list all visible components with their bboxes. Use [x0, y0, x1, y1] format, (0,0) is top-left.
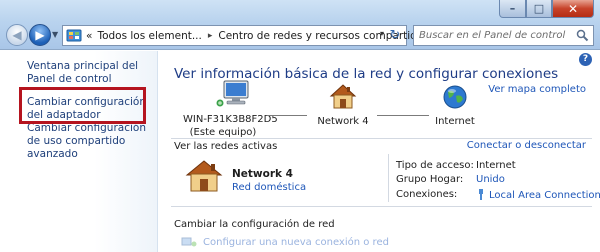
- title-bar: – □ ✕ ◀ ▶ ▼ « Todos los element... ▸ Cen…: [0, 0, 600, 50]
- network-name: Network 4: [232, 168, 293, 180]
- connect-disconnect-link[interactable]: Conectar o desconectar: [467, 140, 586, 151]
- back-button[interactable]: ◀: [6, 24, 28, 46]
- sidebar-item-control-panel-home[interactable]: Ventana principal del Panel de control: [27, 60, 157, 86]
- network-map-node-internet: Internet: [425, 83, 485, 127]
- computer-name: WIN-F31K3B8F2D5: [183, 114, 278, 125]
- computer-sublabel: (Este equipo): [189, 127, 257, 138]
- section-divider: [171, 138, 592, 139]
- refresh-button[interactable]: ↻: [387, 28, 403, 43]
- window-controls: – □ ✕: [499, 0, 594, 18]
- globe-icon: [443, 85, 467, 109]
- address-bar[interactable]: « Todos los element... ▸ Centro de redes…: [62, 25, 429, 46]
- forward-button[interactable]: ▶: [29, 24, 51, 46]
- network-map-node-network: Network 4: [313, 83, 373, 127]
- breadcrumb-segment-all-elements[interactable]: Todos los element...: [97, 30, 201, 42]
- connections-label: Conexiones:: [396, 189, 458, 200]
- view-full-map-link[interactable]: Ver mapa completo: [488, 84, 586, 95]
- network-map-network-label: Network 4: [317, 116, 369, 127]
- search-placeholder: Buscar en el Panel de control: [419, 30, 566, 41]
- access-type-value: Internet: [476, 160, 516, 171]
- connection-line: [377, 115, 429, 116]
- main-content: ? Ver información básica de la red y con…: [159, 51, 600, 252]
- network-adapter-icon: [479, 189, 483, 200]
- task-pane: Ventana principal del Panel de control C…: [0, 51, 158, 252]
- search-icon[interactable]: [576, 29, 589, 42]
- connection-line: [267, 115, 307, 116]
- setup-connection-link[interactable]: Configurar una nueva conexión o red: [203, 237, 389, 248]
- network-setup-icon: [181, 237, 197, 247]
- minimize-button[interactable]: –: [499, 0, 526, 18]
- setup-connection-item[interactable]: Configurar una nueva conexión o red: [181, 236, 389, 248]
- network-type-link[interactable]: Red doméstica: [232, 182, 306, 193]
- active-networks-title: Ver las redes activas: [174, 141, 278, 152]
- access-type-label: Tipo de acceso:: [396, 160, 474, 171]
- network-map-node-computer: WIN-F31K3B8F2D5 (Este equipo): [183, 79, 278, 138]
- house-icon: [185, 160, 223, 192]
- local-area-connection-label: Local Area Connection: [489, 190, 600, 201]
- control-panel-icon: [66, 29, 82, 43]
- homegroup-label: Grupo Hogar:: [396, 174, 464, 185]
- close-button[interactable]: ✕: [552, 0, 594, 18]
- computer-icon: [216, 80, 249, 107]
- sidebar-item-advanced-sharing-settings[interactable]: Cambiar configuración de uso compartido …: [27, 122, 157, 161]
- help-icon[interactable]: ?: [579, 53, 592, 66]
- breadcrumb-separator-icon[interactable]: ▸: [208, 31, 213, 41]
- address-dropdown-icon[interactable]: ▾: [380, 29, 384, 38]
- recent-pages-dropdown[interactable]: ▼: [52, 30, 58, 39]
- change-network-settings-title: Cambiar la configuración de red: [174, 219, 335, 230]
- highlight-box: [19, 87, 146, 124]
- house-icon: [329, 84, 357, 109]
- maximize-button[interactable]: □: [526, 0, 552, 18]
- breadcrumb-overflow[interactable]: «: [86, 30, 92, 42]
- search-input[interactable]: Buscar en el Panel de control: [413, 25, 594, 46]
- network-map-internet-label: Internet: [435, 116, 475, 127]
- vertical-divider: [388, 154, 389, 202]
- section-divider: [171, 206, 592, 207]
- local-area-connection-link[interactable]: Local Area Connection: [476, 189, 600, 201]
- homegroup-link[interactable]: Unido: [476, 174, 505, 185]
